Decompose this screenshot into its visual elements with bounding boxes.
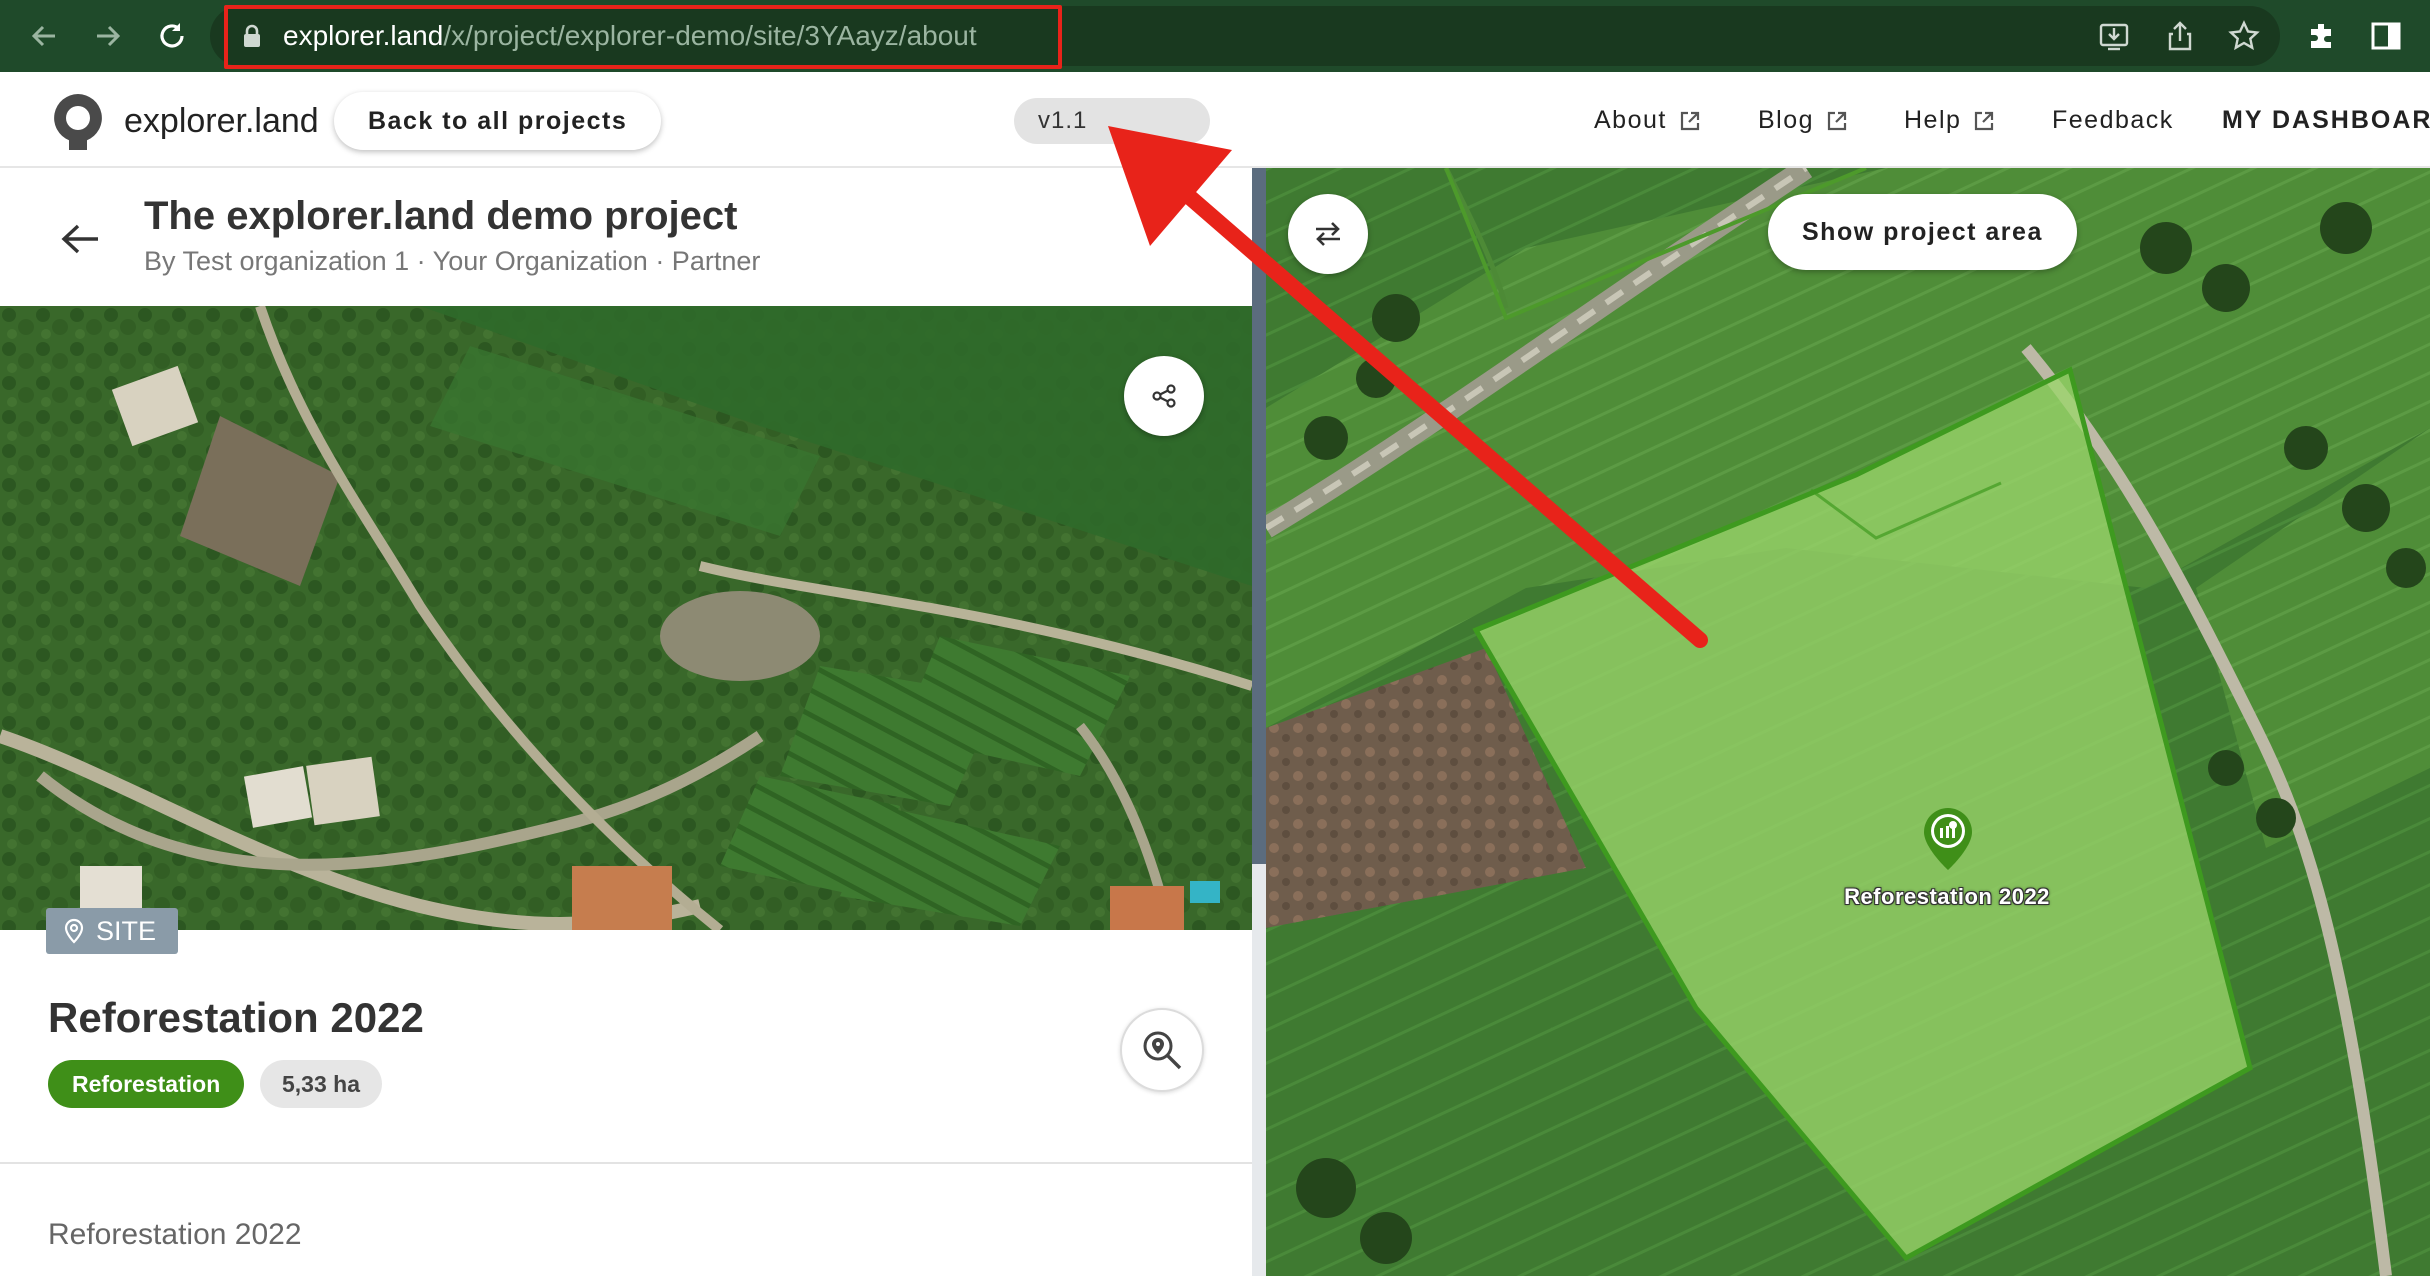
share-icon (1152, 384, 1176, 408)
nav-help-label: Help (1904, 106, 1962, 134)
satellite-map[interactable] (1266, 168, 2430, 1276)
section-divider (0, 1162, 1252, 1164)
version-badge: v1.1 (1014, 98, 1210, 144)
site-type-badge: SITE (46, 908, 179, 954)
version-text: v1.1 (1038, 107, 1088, 134)
site-badge-label: SITE (96, 915, 157, 946)
nav-dashboard-label: MY DASHBOARD (2222, 106, 2430, 134)
reload-icon[interactable] (150, 14, 194, 58)
map-site-label: Reforestation 2022 (1844, 884, 2050, 909)
nav-feedback-link[interactable]: Feedback (2052, 106, 2174, 135)
site-description: Reforestation 2022 (48, 1218, 302, 1251)
url-highlight-box (224, 5, 1062, 69)
share-page-icon[interactable] (2162, 18, 2198, 54)
nav-blog-label: Blog (1758, 106, 1815, 134)
install-icon[interactable] (2096, 18, 2132, 54)
app-header: explorer.land Back to all projects v1.1 … (0, 72, 2430, 168)
external-link-icon (1827, 111, 1847, 130)
show-project-area-button[interactable]: Show project area (1768, 194, 2077, 270)
sidebar-toggle-icon[interactable] (2368, 18, 2404, 54)
site-name: Reforestation 2022 (48, 994, 424, 1041)
site-marker-icon[interactable] (1922, 806, 1974, 877)
site-aerial-image (0, 306, 1252, 930)
nav-dashboard-link[interactable]: MY DASHBOARD (2222, 106, 2430, 135)
nav-help-link[interactable]: Help (1904, 106, 1995, 135)
project-title: The explorer.land demo project (144, 194, 738, 238)
nav-about-label: About (1594, 106, 1667, 134)
nav-about-link[interactable]: About (1594, 106, 1701, 135)
project-subtitle: By Test organization 1 · Your Organizati… (144, 246, 761, 276)
extensions-icon[interactable] (2304, 18, 2340, 54)
site-detail-panel: The explorer.land demo project By Test o… (0, 168, 1252, 1276)
external-link-icon (1680, 111, 1699, 130)
panel-scrollbar[interactable] (1252, 168, 1266, 1276)
nav-feedback-label: Feedback (2052, 106, 2174, 134)
swap-arrows-icon (1316, 222, 1340, 246)
back-icon[interactable] (22, 14, 66, 58)
scrollbar-thumb[interactable] (1252, 864, 1266, 1276)
external-link-icon (1975, 111, 1994, 130)
zoom-location-icon (1143, 1031, 1182, 1070)
browser-toolbar: explorer.land/x/project/explorer-demo/si… (0, 0, 2430, 72)
swap-view-button[interactable] (1288, 194, 1368, 274)
site-area-tag: 5,33 ha (260, 1060, 382, 1108)
nav-blog-link[interactable]: Blog (1758, 106, 1848, 135)
site-type-tag[interactable]: Reforestation (48, 1060, 245, 1108)
back-arrow-icon[interactable] (60, 222, 100, 261)
zoom-to-site-button[interactable] (1120, 1008, 1204, 1092)
location-pin-icon (64, 918, 84, 944)
explorer-logo-icon[interactable] (50, 90, 106, 157)
bookmark-star-icon[interactable] (2226, 18, 2262, 54)
forward-icon[interactable] (86, 14, 130, 58)
share-button[interactable] (1124, 356, 1204, 436)
logo-text[interactable]: explorer.land (124, 102, 319, 141)
back-to-projects-button[interactable]: Back to all projects (334, 92, 662, 150)
